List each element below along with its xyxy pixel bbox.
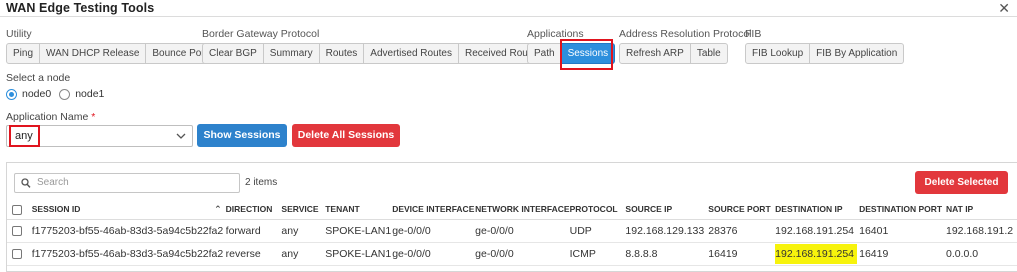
node1-radio[interactable] — [59, 88, 71, 100]
cell-nat-ip: 0.0.0.0 — [946, 242, 1017, 266]
group-bgp: Border Gateway Protocol Clear BGP Summar… — [202, 27, 549, 64]
cell-network-interface: ge-0/0/0 — [475, 219, 570, 243]
wan-dhcp-release-button[interactable]: WAN DHCP Release — [40, 43, 147, 64]
search-placeholder: Search — [37, 177, 69, 188]
cell-device-interface: ge-0/0/0 — [392, 219, 476, 243]
group-label-bgp: Border Gateway Protocol — [202, 28, 320, 40]
cell-protocol: UDP — [569, 219, 626, 243]
group-applications: Applications Path Sessions — [527, 27, 616, 64]
arp-table-button[interactable]: Table — [690, 43, 728, 64]
ping-button[interactable]: Ping — [6, 43, 41, 64]
column-header[interactable]: SOURCE IP — [625, 200, 709, 220]
column-header[interactable]: DESTINATION PORT — [859, 200, 946, 220]
refresh-arp-button[interactable]: Refresh ARP — [619, 43, 691, 64]
row-checkbox[interactable] — [12, 248, 22, 259]
column-header[interactable]: DIRECTION — [225, 200, 282, 220]
cell-network-interface: ge-0/0/0 — [475, 242, 570, 266]
group-fib: FIB FIB Lookup FIB By Application — [745, 27, 905, 64]
sort-up-icon[interactable]: ⌃ — [214, 204, 222, 215]
path-button[interactable]: Path — [527, 43, 562, 64]
table-row[interactable]: f1775203-bf55-46ab-83d3-5a94c5b22fa2 for… — [7, 219, 1017, 243]
column-header[interactable]: DESTINATION IP — [775, 200, 860, 220]
show-sessions-button[interactable]: Show Sessions — [197, 124, 287, 147]
table-header-row: SESSION ID ⌃ DIRECTION SERVICE TENANT DEV… — [7, 200, 1017, 220]
group-label-utility: Utility — [6, 28, 32, 40]
column-header[interactable]: PROTOCOL — [569, 200, 626, 220]
node-label: Select a node — [6, 72, 71, 84]
column-header[interactable]: NAT IP — [946, 200, 1017, 220]
cell-tenant: SPOKE-LAN1 — [325, 219, 393, 243]
search-icon — [21, 177, 31, 192]
cell-direction: reverse — [225, 242, 282, 266]
cell-session-id: f1775203-bf55-46ab-83d3-5a94c5b22fa2 — [31, 242, 226, 266]
node1-label: node1 — [75, 88, 105, 100]
item-count: 2 items — [245, 177, 278, 188]
node0-radio[interactable] — [6, 88, 17, 100]
sessions-button[interactable]: Sessions — [561, 43, 616, 64]
group-label-arp: Address Resolution Protocol — [619, 28, 752, 40]
delete-selected-button[interactable]: Delete Selected — [915, 171, 1008, 194]
node-radio-group: node0 node1 — [6, 88, 112, 100]
sessions-panel: Search 2 items Delete Selected SESSION I… — [6, 162, 1017, 272]
cell-service: any — [281, 219, 326, 243]
group-arp: Address Resolution Protocol Refresh ARP … — [619, 27, 752, 64]
table-row[interactable]: f1775203-bf55-46ab-83d3-5a94c5b22fa2 rev… — [7, 242, 1017, 266]
group-utility: Utility Ping WAN DHCP Release Bounce Por… — [6, 27, 215, 64]
close-icon[interactable]: ✕ — [998, 0, 1010, 16]
cell-source-ip: 8.8.8.8 — [625, 242, 709, 266]
cell-direction: forward — [225, 219, 282, 243]
chevron-down-icon — [176, 126, 186, 154]
search-input[interactable]: Search — [14, 173, 240, 193]
cell-destination-port: 16419 — [859, 242, 946, 266]
application-name-value: any — [15, 130, 33, 142]
cell-destination-ip: 192.168.191.254 — [775, 219, 860, 243]
group-label-applications: Applications — [527, 28, 584, 40]
column-header[interactable]: NETWORK INTERFACE — [475, 200, 570, 220]
window-title: WAN Edge Testing Tools — [6, 1, 155, 15]
column-header[interactable]: TENANT — [325, 200, 393, 220]
cell-source-port: 16419 — [708, 242, 776, 266]
column-header[interactable]: SOURCE PORT — [708, 200, 776, 220]
cell-destination-port: 16401 — [859, 219, 946, 243]
column-header[interactable]: DEVICE INTERFACE — [392, 200, 476, 220]
column-header[interactable]: SESSION ID ⌃ — [31, 200, 226, 220]
summary-button[interactable]: Summary — [263, 43, 320, 64]
routes-button[interactable]: Routes — [319, 43, 365, 64]
clear-bgp-button[interactable]: Clear BGP — [202, 43, 264, 64]
select-all-checkbox[interactable] — [12, 204, 22, 215]
cell-nat-ip: 192.168.191.2 — [946, 219, 1017, 243]
fib-by-application-button[interactable]: FIB By Application — [810, 43, 905, 64]
cell-tenant: SPOKE-LAN1 — [325, 242, 393, 266]
sessions-table: SESSION ID ⌃ DIRECTION SERVICE TENANT DEV… — [7, 200, 1017, 266]
row-checkbox[interactable] — [12, 225, 22, 236]
application-name-text: Application Name — [6, 111, 89, 123]
cell-destination-ip: 192.168.191.254 — [775, 242, 860, 266]
cell-device-interface: ge-0/0/0 — [392, 242, 476, 266]
cell-service: any — [281, 242, 326, 266]
application-name-label: Application Name * — [6, 111, 95, 123]
required-mark: * — [91, 111, 96, 123]
fib-lookup-button[interactable]: FIB Lookup — [745, 43, 811, 64]
column-header[interactable]: SERVICE — [281, 200, 326, 220]
cell-source-ip: 192.168.129.133 — [625, 219, 709, 243]
highlighted-destination-ip: 192.168.191.254 — [775, 243, 857, 264]
advertised-routes-button[interactable]: Advertised Routes — [364, 43, 459, 64]
application-name-select[interactable]: any — [6, 125, 193, 147]
delete-all-sessions-button[interactable]: Delete All Sessions — [292, 124, 400, 147]
cell-protocol: ICMP — [569, 242, 626, 266]
node0-label: node0 — [22, 88, 52, 100]
title-bar: WAN Edge Testing Tools ✕ — [0, 0, 1017, 17]
cell-source-port: 28376 — [708, 219, 776, 243]
cell-session-id: f1775203-bf55-46ab-83d3-5a94c5b22fa2 — [31, 219, 226, 243]
group-label-fib: FIB — [745, 28, 762, 40]
